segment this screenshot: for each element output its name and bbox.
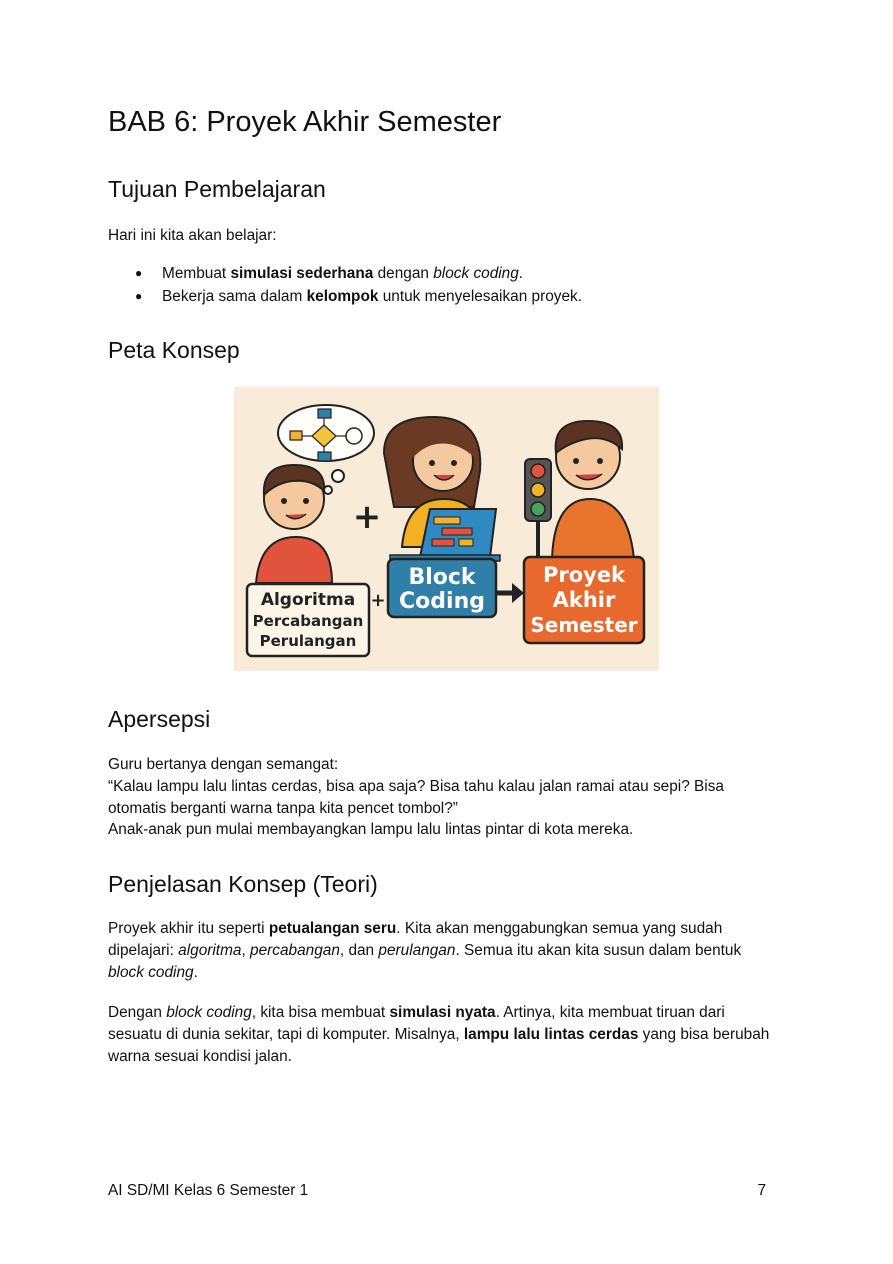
svg-text:Akhir: Akhir: [553, 588, 616, 612]
list-item: Membuat simulasi sederhana dengan block …: [108, 262, 582, 285]
chapter-title: BAB 6: Proyek Akhir Semester: [108, 106, 502, 138]
box-block-coding: Block Coding: [386, 557, 498, 619]
box-proyek-akhir: Proyek Akhir Semester: [522, 555, 646, 645]
objectives-list: Membuat simulasi sederhana dengan block …: [108, 262, 582, 308]
theory-paragraph-1: Proyek akhir itu seperti petualangan ser…: [108, 920, 742, 981]
heading-tujuan: Tujuan Pembelajaran: [108, 176, 326, 202]
svg-text:Coding: Coding: [399, 589, 485, 614]
theory-paragraph-2: Dengan block coding, kita bisa membuat s…: [108, 1004, 770, 1065]
concept-map-illustration: + Algoritma Percabangan Perulangan + Blo…: [234, 387, 659, 671]
svg-text:Block: Block: [408, 565, 476, 590]
svg-text:Semester: Semester: [530, 613, 637, 637]
heading-peta-konsep: Peta Konsep: [108, 337, 240, 363]
svg-text:Percabangan: Percabangan: [253, 612, 364, 630]
intro-text: Hari ini kita akan belajar:: [108, 227, 277, 244]
list-item: Bekerja sama dalam kelompok untuk menyel…: [108, 285, 582, 308]
box-algoritma: Algoritma Percabangan Perulangan: [245, 582, 371, 658]
svg-text:Algoritma: Algoritma: [261, 590, 355, 610]
svg-text:Proyek: Proyek: [543, 563, 626, 587]
footer-text: AI SD/MI Kelas 6 Semester 1: [108, 1182, 309, 1199]
page-number: 7: [757, 1182, 766, 1199]
heading-apersepsi: Apersepsi: [108, 706, 211, 732]
plus-sign-small: +: [370, 590, 385, 611]
apersepsi-text: Guru bertanya dengan semangat: “Kalau lam…: [108, 756, 724, 839]
plus-sign: +: [353, 497, 382, 537]
heading-penjelasan: Penjelasan Konsep (Teori): [108, 871, 378, 897]
svg-text:Perulangan: Perulangan: [260, 632, 357, 650]
